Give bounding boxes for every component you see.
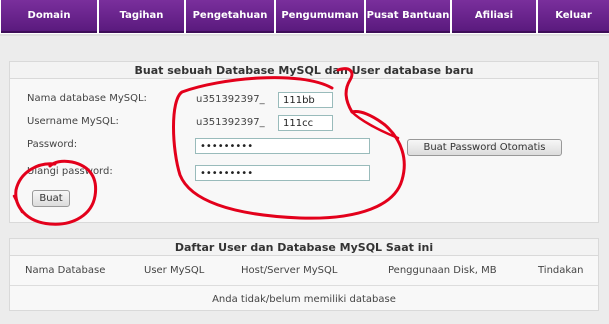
tab-afiliasi[interactable]: Afiliasi (452, 0, 536, 33)
database-list-panel: Daftar User dan Database MySQL Saat ini … (9, 238, 599, 311)
create-button[interactable]: Buat (32, 190, 70, 207)
create-database-title: Buat sebuah Database MySQL dan User data… (10, 62, 598, 79)
tab-domain[interactable]: Domain (1, 0, 97, 33)
empty-message: Anda tidak/belum memiliki database (212, 294, 396, 305)
column-header: Tindakan (538, 265, 584, 276)
auto-password-button[interactable]: Buat Password Otomatis (407, 139, 562, 156)
column-header: User MySQL (144, 265, 205, 276)
create-database-panel: Buat sebuah Database MySQL dan User data… (9, 61, 599, 223)
username-input[interactable] (278, 115, 333, 131)
db-name-input[interactable] (278, 92, 333, 108)
repeat-password-input[interactable] (195, 165, 370, 181)
tab-pengetahuan[interactable]: Pengetahuan (186, 0, 274, 33)
tab-pusat-bantuan[interactable]: Pusat Bantuan (366, 0, 450, 33)
database-list-title: Daftar User dan Database MySQL Saat ini (10, 239, 598, 256)
user-prefix: u351392397_ (196, 117, 265, 128)
column-header: Penggunaan Disk, MB (388, 265, 497, 276)
username-label: Username MySQL: (27, 116, 119, 127)
repeat-password-label: Ulangi password: (27, 166, 113, 177)
password-input[interactable] (195, 138, 370, 154)
tab-keluar[interactable]: Keluar (538, 0, 609, 33)
nav-divider (0, 34, 609, 36)
db-name-label: Nama database MySQL: (27, 93, 147, 104)
column-header: Host/Server MySQL (241, 265, 338, 276)
db-prefix: u351392397_ (196, 94, 265, 105)
column-header: Nama Database (25, 265, 106, 276)
tab-tagihan[interactable]: Tagihan (99, 0, 184, 33)
tab-pengumuman[interactable]: Pengumuman (276, 0, 364, 33)
top-nav: Domain Tagihan Pengetahuan Pengumuman Pu… (0, 0, 609, 36)
password-label: Password: (27, 139, 78, 150)
table-divider (10, 285, 598, 286)
